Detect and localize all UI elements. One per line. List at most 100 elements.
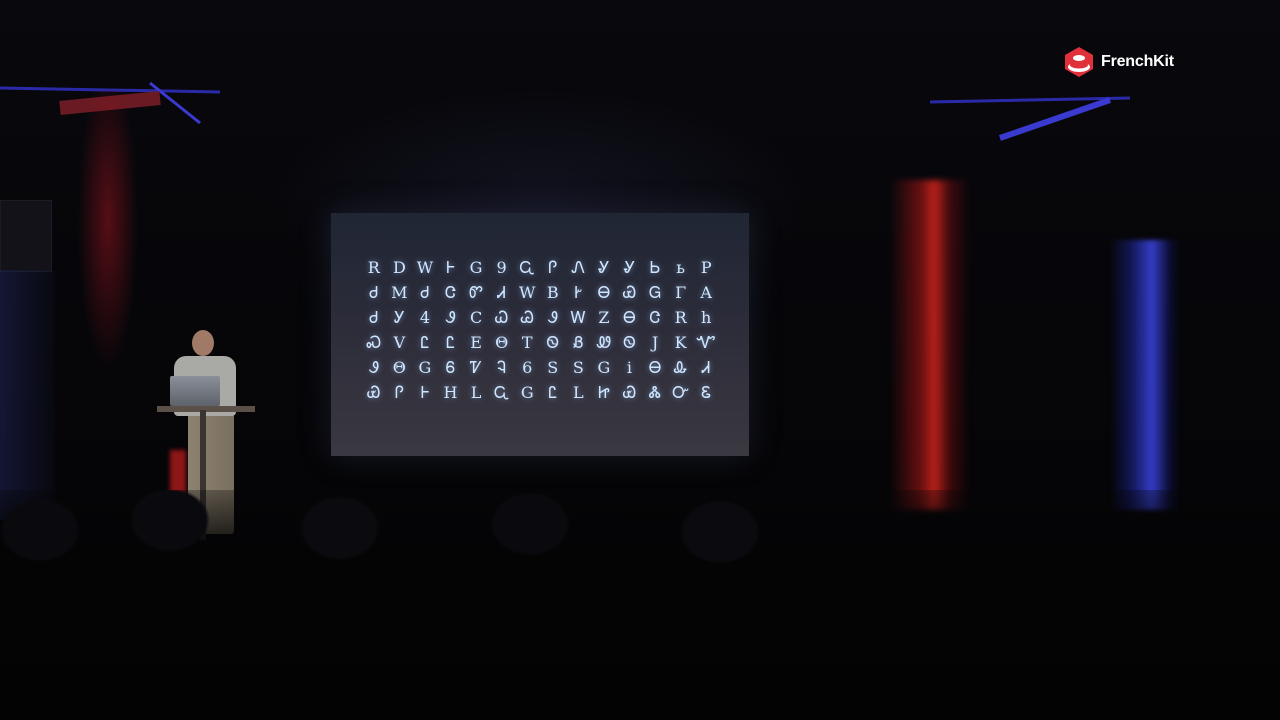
slide-glyph: D — [392, 258, 406, 277]
slide-glyph: Ꮃ — [570, 308, 587, 327]
slide-glyph: Ꮵ — [598, 383, 610, 402]
slide-glyph: Ꮭ — [420, 333, 430, 352]
slide-glyph: Ꮅ — [548, 258, 558, 277]
slide-glyph: W — [416, 258, 434, 277]
slide-glyph: Θ — [495, 333, 509, 352]
slide-glyph: H — [443, 383, 458, 402]
slide-glyph: 6 — [522, 358, 533, 377]
slide-glyph: Ꮧ — [702, 358, 711, 377]
slide-glyph: Ꮾ — [445, 358, 456, 377]
slide-glyph: Ꮈ — [497, 358, 507, 377]
slide-glyph: Ꮭ — [445, 333, 455, 352]
slide-glyph: R — [674, 308, 687, 327]
slide-glyph: Ꮽ — [368, 358, 379, 377]
slide-glyph: Ꮹ — [493, 383, 510, 402]
slide-glyph: Ꮿ — [367, 383, 381, 402]
slide-glyph: Z — [598, 308, 610, 327]
slide-glyph: Ꮅ — [394, 383, 404, 402]
speaker-head — [192, 330, 214, 356]
glyph-grid: RDWᎰG9ᏩᎵᏁᎽᎽᏏьPᏧMᏧᏣᏛᏗWBᎨᎾᏯᏀΓAᏧᎩ4ᏭCᏇᏊᏭᎳZᎾᏣ… — [361, 257, 719, 403]
slide-glyph: Θ — [392, 358, 406, 377]
lighting-truss — [0, 81, 1131, 141]
slide-glyph: Ꭹ — [393, 308, 405, 327]
slide-glyph: Ꮍ — [598, 258, 610, 277]
slide-glyph: T — [521, 333, 533, 352]
slide-glyph: ь — [676, 258, 685, 277]
slide-glyph: A — [700, 283, 712, 302]
slide-glyph: Ꮷ — [369, 283, 379, 302]
slide-glyph: Ꮎ — [648, 358, 662, 377]
slide-glyph: Ꮽ — [547, 308, 558, 327]
frenchkit-logo-icon — [1065, 47, 1093, 77]
slide-glyph: P — [700, 258, 712, 277]
curtain-left-red — [48, 90, 168, 510]
slide-glyph: Ꮚ — [520, 308, 534, 327]
slide-glyph: Ꮀ — [446, 258, 455, 277]
slide-glyph: G — [418, 358, 432, 377]
slide-glyph: K — [674, 333, 687, 352]
slide-glyph: h — [701, 308, 712, 327]
slide-glyph: Ꮕ — [672, 383, 690, 402]
slide-glyph: Ꮂ — [673, 358, 688, 377]
slide-glyph: W — [518, 283, 536, 302]
slide-glyph: S — [572, 358, 584, 377]
curtain-right-blue — [1110, 240, 1180, 510]
slide-glyph: Ꮬ — [648, 383, 662, 402]
curtain-right-red — [890, 180, 970, 510]
slide-glyph: Ꮗ — [494, 308, 509, 327]
slide-glyph: Ꮽ — [445, 308, 456, 327]
slide-glyph: Ꮎ — [597, 283, 611, 302]
slide-glyph: Γ — [675, 283, 687, 302]
slide-glyph: Ꮿ — [622, 283, 637, 302]
slide-glyph: L — [470, 383, 482, 402]
slide-glyph: Ꮻ — [623, 333, 636, 352]
slide-glyph: Ꮭ — [548, 383, 558, 402]
slide-glyph: Ꮛ — [701, 383, 712, 402]
slide-glyph: Ꭸ — [574, 283, 583, 302]
stage-scene: RDWᎰG9ᏩᎵᏁᎽᎽᏏьPᏧMᏧᏣᏛᏗWBᎨᎾᏯᏀΓAᏧᎩ4ᏭCᏇᏊᏭᎳZᎾᏣ… — [0, 0, 1280, 720]
slide-glyph: Ꮳ — [649, 308, 661, 327]
audience-silhouettes — [0, 490, 1280, 720]
speaker-box — [0, 200, 52, 272]
slide-glyph: Ꮍ — [623, 258, 636, 277]
slide-glyph: 4 — [419, 308, 431, 327]
slide-glyph: Ꮴ — [469, 358, 483, 377]
slide-glyph: Ꮙ — [696, 333, 716, 352]
slide-glyph: V — [393, 333, 406, 352]
slide-glyph: Ꮀ — [420, 383, 430, 402]
slide-glyph: G — [469, 258, 483, 277]
slide-glyph: Ꮎ — [623, 308, 636, 327]
laptop — [170, 376, 220, 406]
slide-glyph: Ꮐ — [649, 283, 662, 302]
slide-glyph: Ꮿ — [622, 383, 637, 402]
slide-glyph: G — [520, 383, 534, 402]
slide-glyph: Ꮳ — [444, 283, 456, 302]
slide-glyph: Ꮷ — [369, 308, 379, 327]
slide-glyph: B — [546, 283, 559, 302]
slide-glyph: Ꮑ — [571, 258, 586, 277]
slide-glyph: Ꮧ — [497, 283, 506, 302]
brand-logo: FrenchKit — [1062, 45, 1174, 79]
slide-glyph: G — [597, 358, 611, 377]
slide-glyph: J — [651, 333, 659, 352]
slide-glyph: L — [573, 383, 584, 402]
slide-glyph: Ꮷ — [420, 283, 430, 302]
slide-glyph: 9 — [496, 258, 507, 277]
slide-glyph: i — [626, 358, 633, 377]
slide-glyph: Ꮻ — [546, 333, 559, 352]
slide-glyph: Ꮟ — [649, 258, 661, 277]
slide-glyph: R — [367, 258, 380, 277]
slide-glyph: C — [469, 308, 483, 327]
podium-top — [157, 406, 255, 412]
slide-glyph: M — [391, 283, 408, 302]
slide-glyph: S — [547, 358, 559, 377]
slide-glyph: Ꮹ — [519, 258, 535, 277]
slide-glyph: Ᏸ — [573, 333, 584, 352]
brand-name: FrenchKit — [1101, 53, 1174, 70]
slide-glyph: E — [470, 333, 482, 352]
slide-glyph: Ꮺ — [596, 333, 612, 352]
slide-glyph: Ꮝ — [366, 333, 382, 352]
slide-glyph: Ꮫ — [469, 283, 484, 302]
projection-screen: RDWᎰG9ᏩᎵᏁᎽᎽᏏьPᏧMᏧᏣᏛᏗWBᎨᎾᏯᏀΓAᏧᎩ4ᏭCᏇᏊᏭᎳZᎾᏣ… — [331, 213, 749, 456]
curtain-left-blue — [0, 270, 55, 520]
